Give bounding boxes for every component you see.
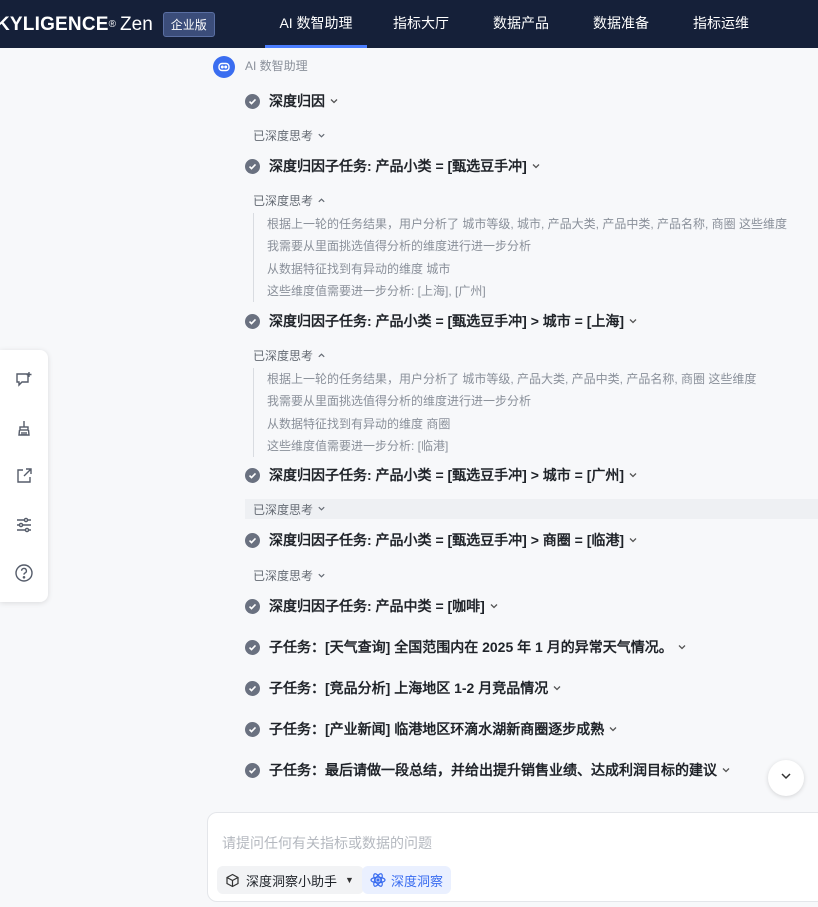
top-navigation-bar: KYLIGENCE ® Zen 企业版 AI 数智助理 指标大厅 数据产品 数据… <box>0 0 818 48</box>
assistant-avatar <box>213 56 235 78</box>
step-industry-news[interactable]: 子任务：[产业新闻] 临港地区环滴水湖新商圈逐步成熟 <box>245 719 618 739</box>
settings-sliders-icon[interactable] <box>13 514 35 536</box>
thought-line: 我需要从里面挑选值得分析的维度进行进一步分析 <box>267 239 532 254</box>
step-subtask-5[interactable]: 深度归因子任务: 产品中类 = [咖啡] <box>245 596 499 616</box>
chevron-up-icon <box>317 194 326 208</box>
thought-line: 这些维度值需要进一步分析: [临港] <box>267 438 449 453</box>
help-icon[interactable] <box>13 562 35 584</box>
step-title: 子任务：[竞品分析] 上海地区 1-2 月竞品情况 <box>269 680 549 696</box>
main-nav: AI 数智助理 指标大厅 数据产品 数据准备 指标运维 <box>265 0 765 48</box>
thinking-label: 已深度思考 <box>253 349 314 363</box>
thinking-toggle[interactable]: 已深度思考 <box>253 567 326 584</box>
chevron-down-icon <box>779 769 793 788</box>
new-chat-icon[interactable] <box>13 369 35 391</box>
tab-metrics-hall[interactable]: 指标大厅 <box>377 0 465 48</box>
chevron-up-icon <box>317 349 326 363</box>
thought-line: 从数据特征找到有异动的维度 城市 <box>267 261 451 276</box>
thinking-label: 已深度思考 <box>253 569 314 583</box>
deep-insight-button[interactable]: 深度洞察 <box>362 866 452 894</box>
step-title: 深度归因 <box>269 93 325 109</box>
step-title: 深度归因子任务: 产品小类 = [甄选豆手冲] > 商圈 = [临港] <box>269 532 625 548</box>
chevron-down-icon <box>628 313 638 329</box>
check-icon <box>245 598 260 614</box>
scroll-to-bottom-button[interactable] <box>768 760 804 796</box>
chevron-down-icon <box>628 532 638 548</box>
side-toolbar <box>0 350 48 602</box>
chevron-down-icon <box>489 598 499 614</box>
thinking-content: 根据上一轮的任务结果，用户分析了 城市等级, 产品大类, 产品中类, 产品名称,… <box>253 368 757 458</box>
step-title: 深度归因子任务: 产品小类 = [甄选豆手冲] > 城市 = [广州] <box>269 467 625 483</box>
step-subtask-2[interactable]: 深度归因子任务: 产品小类 = [甄选豆手冲] > 城市 = [上海] <box>245 311 638 331</box>
check-icon <box>245 313 260 329</box>
chevron-down-icon <box>329 93 339 109</box>
thinking-label: 已深度思考 <box>253 129 314 143</box>
thinking-toggle[interactable]: 已深度思考 <box>245 499 818 519</box>
chevron-down-icon <box>317 502 326 516</box>
thinking-toggle[interactable]: 已深度思考 <box>253 127 326 144</box>
step-subtask-3[interactable]: 深度归因子任务: 产品小类 = [甄选豆手冲] > 城市 = [广州] <box>245 465 638 485</box>
chevron-down-icon <box>677 639 687 655</box>
check-icon <box>245 680 260 696</box>
step-competitor-analysis[interactable]: 子任务：[竞品分析] 上海地区 1-2 月竞品情况 <box>245 678 562 698</box>
tab-data-products[interactable]: 数据产品 <box>477 0 565 48</box>
chevron-down-icon <box>552 680 562 696</box>
step-title: 子任务：[天气查询] 全国范围内在 2025 年 1 月的异常天气情况。 <box>269 639 673 655</box>
brand-product: Zen <box>120 13 153 35</box>
thought-line: 我需要从里面挑选值得分析的维度进行进一步分析 <box>267 394 532 409</box>
check-icon <box>245 93 260 109</box>
composer: 深度洞察小助手 ▼ 深度洞察 <box>207 812 818 902</box>
step-deep-attribution[interactable]: 深度归因 <box>245 91 339 111</box>
tab-data-preparation[interactable]: 数据准备 <box>577 0 665 48</box>
thought-line: 这些维度值需要进一步分析: [上海], [广州] <box>267 283 486 298</box>
thinking-content: 根据上一轮的任务结果，用户分析了 城市等级, 城市, 产品大类, 产品中类, 产… <box>253 213 788 303</box>
thought-line: 根据上一轮的任务结果，用户分析了 城市等级, 产品大类, 产品中类, 产品名称,… <box>267 372 757 386</box>
step-subtask-1[interactable]: 深度归因子任务: 产品小类 = [甄选豆手冲] <box>245 156 541 176</box>
tab-ai-assistant[interactable]: AI 数智助理 <box>265 0 367 48</box>
step-title: 深度归因子任务: 产品小类 = [甄选豆手冲] <box>269 158 527 174</box>
clear-broom-icon[interactable] <box>13 417 35 439</box>
step-subtask-4[interactable]: 深度归因子任务: 产品小类 = [甄选豆手冲] > 商圈 = [临港] <box>245 530 638 550</box>
check-icon <box>245 532 260 548</box>
check-icon <box>245 158 260 174</box>
check-icon <box>245 721 260 737</box>
thinking-label: 已深度思考 <box>253 502 314 517</box>
atom-icon <box>370 872 386 888</box>
share-export-icon[interactable] <box>13 465 35 487</box>
chevron-down-icon <box>721 762 731 778</box>
chevron-down-icon <box>628 467 638 483</box>
thought-line: 从数据特征找到有异动的维度 商圈 <box>267 416 451 431</box>
registered-mark: ® <box>108 19 117 30</box>
chevron-down-icon <box>531 158 541 174</box>
step-title: 子任务：[产业新闻] 临港地区环滴水湖新商圈逐步成熟 <box>269 721 605 737</box>
thinking-label: 已深度思考 <box>253 194 314 208</box>
edition-badge: 企业版 <box>162 12 215 37</box>
chevron-down-icon <box>317 129 326 143</box>
check-icon <box>245 762 260 778</box>
check-icon <box>245 467 260 483</box>
deep-insight-label: 深度洞察 <box>391 873 444 889</box>
chevron-down-icon <box>608 721 618 737</box>
assistant-label: AI 数智助理 <box>245 59 308 73</box>
agent-select[interactable]: 深度洞察小助手 ▼ <box>217 866 364 894</box>
thought-line: 根据上一轮的任务结果，用户分析了 城市等级, 城市, 产品大类, 产品中类, 产… <box>267 217 788 231</box>
step-weather-query[interactable]: 子任务：[天气查询] 全国范围内在 2025 年 1 月的异常天气情况。 <box>245 637 687 657</box>
tab-metrics-ops[interactable]: 指标运维 <box>677 0 765 48</box>
brand-name: KYLIGENCE <box>0 13 109 35</box>
step-title: 深度归因子任务: 产品中类 = [咖啡] <box>269 598 485 614</box>
step-title: 深度归因子任务: 产品小类 = [甄选豆手冲] > 城市 = [上海] <box>269 313 625 329</box>
cube-icon <box>225 873 240 888</box>
chevron-down-icon <box>317 569 326 583</box>
caret-down-icon: ▼ <box>345 875 354 885</box>
step-summary[interactable]: 子任务：最后请做一段总结，并给出提升销售业绩、达成利润目标的建议 <box>245 760 731 780</box>
thinking-toggle[interactable]: 已深度思考 <box>253 192 326 209</box>
agent-select-label: 深度洞察小助手 <box>246 873 338 889</box>
thinking-toggle[interactable]: 已深度思考 <box>253 347 326 364</box>
brand-logo[interactable]: KYLIGENCE ® Zen 企业版 <box>0 12 215 37</box>
question-input[interactable] <box>222 833 802 855</box>
check-icon <box>245 639 260 655</box>
step-title: 子任务：最后请做一段总结，并给出提升销售业绩、达成利润目标的建议 <box>269 762 717 778</box>
